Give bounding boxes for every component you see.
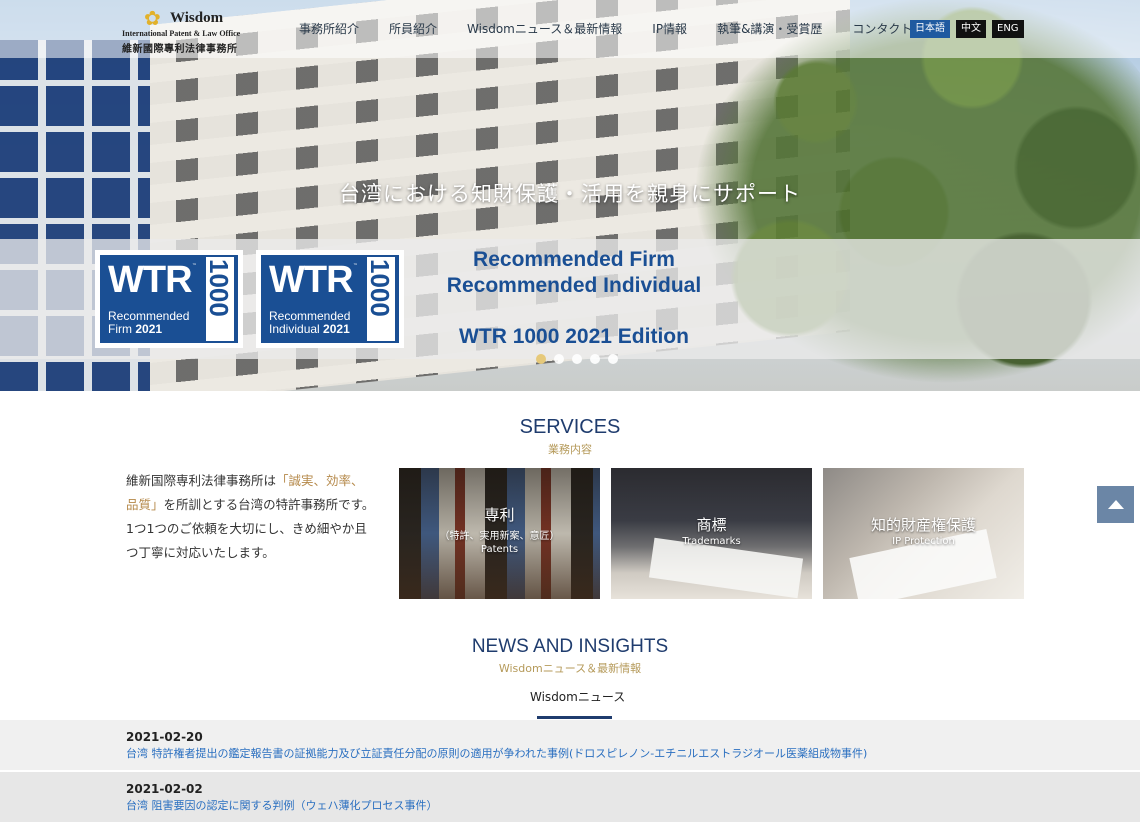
card-english-title: IP Protection [892,536,955,547]
service-card-ip-protection[interactable]: 知的財産権保護 IP Protection [823,468,1024,599]
lang-chinese-button[interactable]: 中文 [956,20,986,38]
scroll-to-top-button[interactable] [1097,486,1134,523]
badge-line2: Individual [269,322,320,336]
card-title: 商標 [696,516,727,534]
hero-headline: 台湾における知財保護・活用を親身にサポート [339,182,801,206]
menu-item-publications[interactable]: 執筆&講演・受賞歴 [717,20,822,37]
service-card-patents[interactable]: 専利 （特許、実用新案、意匠） Patents [399,468,600,599]
carousel-dot-5[interactable] [608,354,618,364]
card-title: 専利 [484,506,515,524]
news-date: 2021-02-02 [126,782,203,796]
active-tab-indicator [537,716,612,719]
news-item: 2021-02-20 台湾 特許権者提出の鑑定報告書の証拠能力及び立証責任分配の… [0,720,1140,770]
news-subtitle: Wisdomニュース＆最新情報 [498,662,642,675]
award-line-firm: Recommended Firm [473,248,675,271]
services-intro: 維新国際専利法律事務所は「誠実、効率、品質」を所訓とする台湾の特許事務所です。1… [126,473,375,560]
card-english-title: Trademarks [682,536,741,547]
carousel-dot-1[interactable] [536,354,546,364]
card-detail: （特許、実用新案、意匠） [439,531,560,542]
services-title: SERVICES [519,416,621,438]
services-subtitle: 業務内容 [548,443,592,456]
logo-chinese-name: 維新國際專利法律事務所 [122,44,238,55]
wtr-firm-badge: WTR ™ Recommended Firm 2021 1000 [95,250,243,348]
logo-subtitle: International Patent & Law Office [122,29,241,38]
flower-logo-icon: ✿ [144,6,161,30]
award-text: Recommended Firm Recommended Individual … [434,247,714,349]
carousel-dot-4[interactable] [590,354,600,364]
language-switcher: 日本語 中文 ENG [910,20,1024,38]
news-link[interactable]: 台湾 阻害要因の認定に関する判例（ウェハ薄化プロセス事件） [126,797,438,813]
carousel-dot-2[interactable] [554,354,564,364]
news-date: 2021-02-20 [126,730,203,744]
badge-year: 2021 [323,322,350,336]
lang-japanese-button[interactable]: 日本語 [910,20,950,38]
menu-item-contact[interactable]: コンタクト [852,20,912,37]
top-navigation: ✿ Wisdom International Patent & Law Offi… [0,0,1140,58]
service-card-trademarks[interactable]: 商標 Trademarks [611,468,812,599]
menu-item-staff[interactable]: 所員紹介 [389,20,437,37]
badge-line2: Firm [108,322,132,336]
logo-name: Wisdom [170,10,224,26]
award-edition: WTR 1000 2021 Edition [459,325,689,348]
tab-wisdom-news[interactable]: Wisdomニュース [530,688,625,705]
carousel-dot-3[interactable] [572,354,582,364]
menu-item-ip-info[interactable]: IP情報 [652,20,687,37]
badge-number: 1000 [365,259,395,317]
news-link[interactable]: 台湾 特許権者提出の鑑定報告書の証拠能力及び立証責任分配の原則の適用が争われた事… [126,745,867,761]
main-menu: 事務所紹介 所員紹介 Wisdomニュース＆最新情報 IP情報 執筆&講演・受賞… [299,20,942,37]
badge-year: 2021 [135,322,163,336]
lang-english-button[interactable]: ENG [992,20,1024,38]
card-title: 知的財産権保護 [870,516,976,534]
card-english-title: Patents [480,544,519,555]
carousel-dots [536,354,618,364]
badge-number: 1000 [204,259,234,317]
award-line-individual: Recommended Individual [446,274,702,297]
wtr-logo-text: WTR [108,259,193,301]
wtr-individual-badge: WTR ™ Recommended Individual 2021 1000 [256,250,404,348]
menu-item-about[interactable]: 事務所紹介 [299,20,359,37]
menu-item-news[interactable]: Wisdomニュース＆最新情報 [467,20,622,37]
site-logo[interactable]: ✿ Wisdom International Patent & Law Offi… [122,6,252,55]
wtr-logo-text: WTR [269,259,354,301]
news-title: NEWS AND INSIGHTS [471,636,669,657]
news-item: 2021-02-02 台湾 阻害要因の認定に関する判例（ウェハ薄化プロセス事件） [0,772,1140,822]
